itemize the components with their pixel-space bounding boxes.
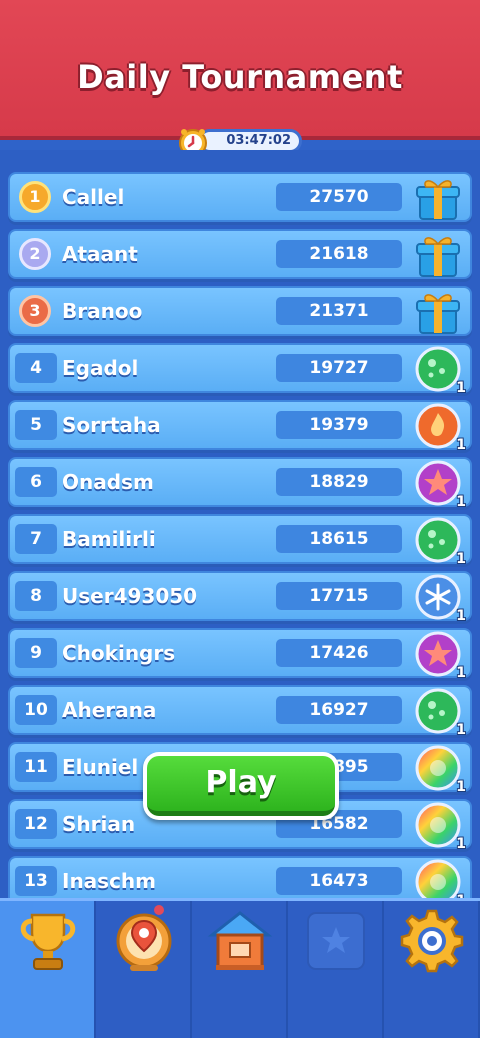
rank-number: 4 — [15, 353, 57, 383]
player-name: Eluniel — [62, 755, 139, 779]
leaderboard-row[interactable]: 7 Bamilirli 18615 1 — [8, 514, 472, 567]
rank-number: 13 — [15, 866, 57, 896]
green-ball-icon[interactable]: 1 — [414, 346, 466, 396]
locked-star-icon — [302, 907, 370, 975]
player-name: Bamilirli — [62, 527, 156, 551]
leaderboard-row[interactable]: 5 Sorrtaha 19379 1 — [8, 400, 472, 453]
player-score: 27570 — [276, 183, 402, 211]
silver-medal-icon: 2 — [19, 238, 51, 270]
gear-icon — [398, 907, 466, 975]
star-ball-icon[interactable]: 1 — [414, 460, 466, 510]
green-ball-icon[interactable]: 1 — [414, 688, 466, 738]
player-name: Egadol — [62, 356, 139, 380]
player-score: 19727 — [276, 354, 402, 382]
player-score: 18615 — [276, 525, 402, 553]
bronze-medal-icon: 3 — [19, 295, 51, 327]
leaderboard-row[interactable]: 4 Egadol 19727 1 — [8, 343, 472, 396]
player-score: 21618 — [276, 240, 402, 268]
rainbow-ball-icon[interactable]: 1 — [414, 745, 466, 795]
tournament-header: Daily Tournament — [0, 0, 480, 140]
reward-count: 1 — [456, 437, 466, 453]
player-name: Ataant — [62, 242, 138, 266]
leaderboard-row[interactable]: 1 Callel 27570 — [8, 172, 472, 222]
leaderboard-row[interactable]: 9 Chokingrs 17426 1 — [8, 628, 472, 681]
rank-number: 12 — [15, 809, 57, 839]
reward-count: 1 — [456, 722, 466, 738]
gift-icon[interactable] — [414, 175, 462, 221]
leaderboard-row[interactable]: 2 Ataant 21618 — [8, 229, 472, 279]
notification-dot — [154, 905, 164, 915]
rank-number: 7 — [15, 524, 57, 554]
reward-count: 1 — [456, 551, 466, 567]
player-name: User493050 — [62, 584, 198, 608]
gift-icon[interactable] — [414, 232, 462, 278]
player-score: 21371 — [276, 297, 402, 325]
player-score: 17715 — [276, 582, 402, 610]
player-name: Callel — [62, 185, 125, 209]
fire-ball-icon[interactable]: 1 — [414, 403, 466, 453]
bottom-nav — [0, 898, 480, 1038]
page-title: Daily Tournament — [77, 58, 403, 96]
leaderboard-row[interactable]: 10 Aherana 16927 1 — [8, 685, 472, 738]
nav-tab-map[interactable] — [96, 901, 192, 1038]
player-name: Sorrtaha — [62, 413, 161, 437]
play-button[interactable]: Play — [143, 752, 339, 820]
green-ball-icon[interactable]: 1 — [414, 517, 466, 567]
leaderboard-row[interactable]: 6 Onadsm 18829 1 — [8, 457, 472, 510]
rank-number: 6 — [15, 467, 57, 497]
player-name: Onadsm — [62, 470, 154, 494]
player-name: Shrian — [62, 812, 136, 836]
play-button-label: Play — [147, 756, 335, 816]
player-name: Branoo — [62, 299, 143, 323]
rank-number: 5 — [15, 410, 57, 440]
rank-number: 11 — [15, 752, 57, 782]
reward-count: 1 — [456, 608, 466, 624]
player-score: 16927 — [276, 696, 402, 724]
player-score: 18829 — [276, 468, 402, 496]
player-score: 17426 — [276, 639, 402, 667]
gift-icon[interactable] — [414, 289, 462, 335]
reward-count: 1 — [456, 836, 466, 852]
gold-medal-icon: 1 — [19, 181, 51, 213]
star-ball-icon[interactable]: 1 — [414, 631, 466, 681]
reward-count: 1 — [456, 779, 466, 795]
trophy-icon — [14, 907, 82, 975]
nav-tab-trophy[interactable] — [0, 901, 96, 1038]
nav-tab-settings[interactable] — [384, 901, 480, 1038]
house-icon — [206, 907, 274, 975]
map-pin-icon — [110, 907, 178, 975]
nav-tab-home[interactable] — [192, 901, 288, 1038]
rank-number: 10 — [15, 695, 57, 725]
player-name: Aherana — [62, 698, 157, 722]
leaderboard-row[interactable]: 8 User493050 17715 1 — [8, 571, 472, 624]
leaderboard-row[interactable]: 3 Branoo 21371 — [8, 286, 472, 336]
reward-count: 1 — [456, 665, 466, 681]
player-name: Chokingrs — [62, 641, 176, 665]
nav-tab-collection[interactable] — [288, 901, 384, 1038]
rank-number: 9 — [15, 638, 57, 668]
player-name: Inaschm — [62, 869, 157, 893]
rainbow-ball-icon[interactable]: 1 — [414, 802, 466, 852]
snowflake-ball-icon[interactable]: 1 — [414, 574, 466, 624]
player-score: 19379 — [276, 411, 402, 439]
reward-count: 1 — [456, 380, 466, 396]
reward-count: 1 — [456, 494, 466, 510]
player-score: 16473 — [276, 867, 402, 895]
rank-number: 8 — [15, 581, 57, 611]
